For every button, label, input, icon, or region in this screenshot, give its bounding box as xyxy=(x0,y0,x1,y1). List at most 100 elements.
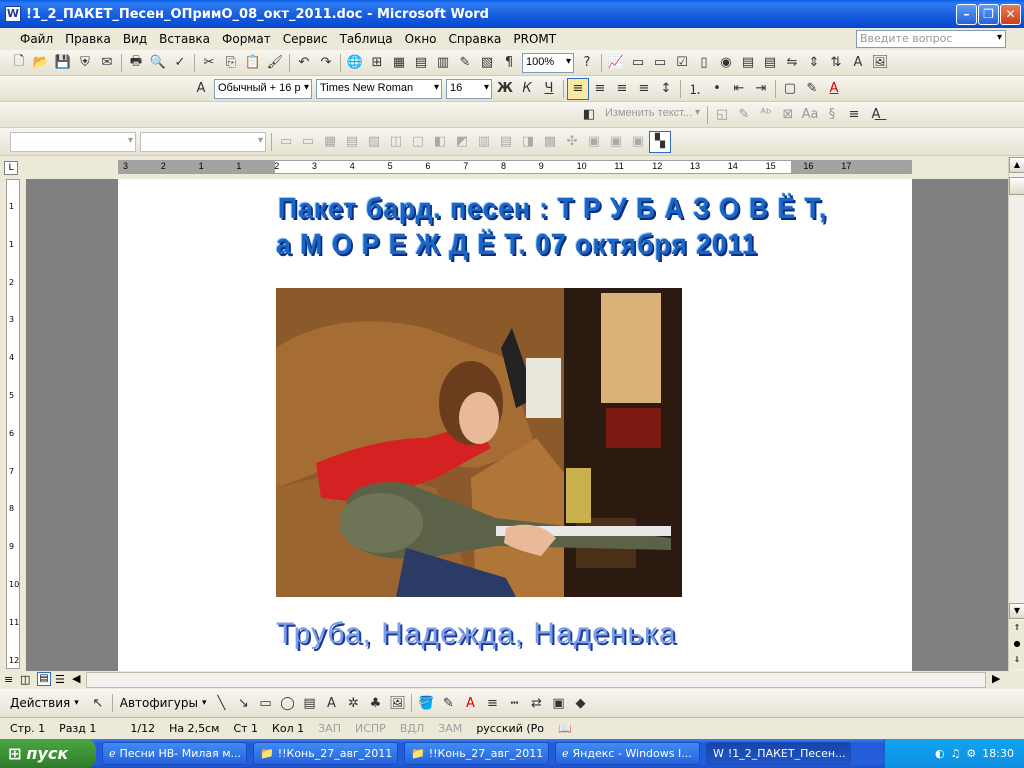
maximize-button[interactable]: ❐ xyxy=(978,4,999,25)
vertical-ruler[interactable]: 112345678910111213 xyxy=(0,179,26,702)
fill-color-icon[interactable]: 🪣 xyxy=(415,692,437,714)
tray-icon[interactable]: ♫ xyxy=(951,747,961,760)
tab-selector[interactable]: L xyxy=(4,161,18,175)
promt-tool-icon[interactable]: ≡ xyxy=(843,104,865,126)
print-icon[interactable]: 🖶 xyxy=(125,52,147,74)
promt-translate-icon[interactable]: ◧ xyxy=(578,104,600,126)
help-icon[interactable]: ? xyxy=(576,52,598,74)
style-select[interactable]: Обычный + 16 р xyxy=(214,78,312,99)
arrow-style-icon[interactable]: ⇄ xyxy=(525,692,547,714)
menu-help[interactable]: Справка xyxy=(443,32,508,46)
textbox-icon[interactable]: ▯ xyxy=(693,52,715,74)
previous-page-icon[interactable]: ⇑ xyxy=(1009,621,1024,637)
clock[interactable]: 18:30 xyxy=(982,747,1014,760)
menu-edit[interactable]: Правка xyxy=(59,32,117,46)
actions-menu[interactable]: Действия xyxy=(10,696,70,710)
insert-picture-icon[interactable]: 🖼 xyxy=(869,52,891,74)
tables-borders-icon[interactable]: ⊞ xyxy=(366,52,388,74)
tray-icon[interactable]: ⚙ xyxy=(966,747,976,760)
status-rec[interactable]: ЗАП xyxy=(318,722,341,735)
browse-object-icon[interactable]: ● xyxy=(1009,637,1024,653)
tray-icon[interactable]: ◐ xyxy=(935,747,945,760)
start-button[interactable]: ⊞ пуск xyxy=(0,739,96,768)
toolbar-tool-icon[interactable]: ⇕ xyxy=(803,52,825,74)
menu-promt[interactable]: PROMT xyxy=(507,32,562,46)
document-map-icon[interactable]: ▧ xyxy=(476,52,498,74)
menu-file[interactable]: Файл xyxy=(14,32,59,46)
web-view-icon[interactable]: ◫ xyxy=(20,673,30,686)
normal-view-icon[interactable]: ≡ xyxy=(4,673,13,686)
increase-indent-icon[interactable]: ⇥ xyxy=(750,78,772,100)
italic-button[interactable]: К xyxy=(516,78,538,100)
spelling-icon[interactable]: ✓ xyxy=(169,52,191,74)
bullets-icon[interactable]: • xyxy=(706,78,728,100)
special-tool-icon[interactable]: ▚ xyxy=(649,130,671,153)
format-painter-icon[interactable]: 🖌 xyxy=(264,52,286,74)
insert-table-icon[interactable]: ▦ xyxy=(388,52,410,74)
chevron-down-icon[interactable]: ▾ xyxy=(202,698,207,708)
borders-icon[interactable]: ▢ xyxy=(779,78,801,100)
autoshapes-menu[interactable]: Автофигуры xyxy=(120,696,198,710)
close-button[interactable]: ✕ xyxy=(1000,4,1021,25)
toolbar-combo-empty[interactable] xyxy=(10,131,136,152)
align-right-icon[interactable]: ≡ xyxy=(611,78,633,100)
promt-tool-icon[interactable]: Aa xyxy=(799,104,821,126)
taskbar-item-word[interactable]: W !1_2_ПАКЕТ_Песен... xyxy=(706,742,851,765)
font-color-icon[interactable]: A xyxy=(459,692,481,714)
font-color-icon[interactable]: A xyxy=(823,78,845,100)
cut-icon[interactable]: ✂ xyxy=(198,52,220,74)
clipart-icon[interactable]: ♣ xyxy=(364,692,386,714)
scroll-down-button[interactable]: ▼ xyxy=(1009,603,1024,619)
copy-icon[interactable]: ⎘ xyxy=(220,52,242,74)
chevron-down-icon[interactable]: ▾ xyxy=(74,698,79,708)
undo-icon[interactable]: ↶ xyxy=(293,52,315,74)
outline-view-icon[interactable]: ☰ xyxy=(55,673,65,686)
wordart-heading-line1[interactable]: Пакет бард. песен : Т Р У Б А З О В Ё Т, xyxy=(278,193,827,226)
open-icon[interactable]: 📂 xyxy=(30,52,52,74)
align-center-icon[interactable]: ≡ xyxy=(589,78,611,100)
menu-format[interactable]: Формат xyxy=(216,32,277,46)
spelling-status-icon[interactable]: 📖 xyxy=(558,722,572,735)
scroll-right-button[interactable]: ▶ xyxy=(992,672,1000,685)
line-style-icon[interactable]: ≡ xyxy=(481,692,503,714)
promt-tool-icon[interactable]: ⊠ xyxy=(777,104,799,126)
underline-button[interactable]: Ч xyxy=(538,78,560,100)
toolbar-tool-icon[interactable]: ⇅ xyxy=(825,52,847,74)
wordart-heading-line2[interactable]: а М О Р Е Ж Д Ё Т. 07 октября 2011 xyxy=(276,229,758,262)
show-hide-icon[interactable]: ¶ xyxy=(498,52,520,74)
menu-view[interactable]: Вид xyxy=(117,32,153,46)
oval-icon[interactable]: ◯ xyxy=(276,692,298,714)
toolbar-tool-icon[interactable]: ▤ xyxy=(759,52,781,74)
edit-text-button[interactable]: Изменить текст... xyxy=(602,105,702,125)
next-page-icon[interactable]: ⇓ xyxy=(1009,653,1024,669)
status-trk[interactable]: ИСПР xyxy=(355,722,386,735)
document-area[interactable]: Пакет бард. песен : Т Р У Б А З О В Ё Т,… xyxy=(26,179,1008,671)
save-icon[interactable]: 💾 xyxy=(52,52,74,74)
line-color-icon[interactable]: ✎ xyxy=(437,692,459,714)
status-ext[interactable]: ВДЛ xyxy=(400,722,424,735)
promt-tool-icon[interactable]: ᴬᵇ xyxy=(755,104,777,126)
decrease-indent-icon[interactable]: ⇤ xyxy=(728,78,750,100)
menu-table[interactable]: Таблица xyxy=(334,32,399,46)
align-left-icon[interactable]: ≡ xyxy=(567,77,589,100)
checkbox-icon[interactable]: ☑ xyxy=(671,52,693,74)
textbox-icon[interactable]: ▤ xyxy=(298,692,320,714)
rectangle-icon[interactable]: ▭ xyxy=(254,692,276,714)
scroll-left-button[interactable]: ◀ xyxy=(72,672,80,685)
taskbar-item-folder-1[interactable]: 📁 !!Конь_27_авг_2011 xyxy=(253,742,398,765)
font-select[interactable]: Times New Roman xyxy=(316,78,442,99)
menu-window[interactable]: Окно xyxy=(399,32,443,46)
picture-icon[interactable]: 🖼 xyxy=(386,692,408,714)
scroll-thumb[interactable] xyxy=(1009,177,1024,195)
paste-icon[interactable]: 📋 xyxy=(242,52,264,74)
photo-girl-with-guitar[interactable] xyxy=(276,288,682,597)
bold-button[interactable]: Ж xyxy=(494,78,516,100)
line-spacing-icon[interactable]: ↕ xyxy=(655,78,677,100)
print-preview-icon[interactable]: 🔍 xyxy=(147,52,169,74)
toolbar-combo-empty[interactable] xyxy=(140,131,266,152)
print-layout-icon[interactable]: ▤ xyxy=(37,672,51,686)
promt-tool-icon[interactable]: A͟ xyxy=(865,104,887,126)
vertical-scrollbar[interactable]: ▲ ▼ ⇑ ● ⇓ xyxy=(1008,157,1024,671)
email-icon[interactable]: ✉ xyxy=(96,52,118,74)
minimize-button[interactable]: – xyxy=(956,4,977,25)
